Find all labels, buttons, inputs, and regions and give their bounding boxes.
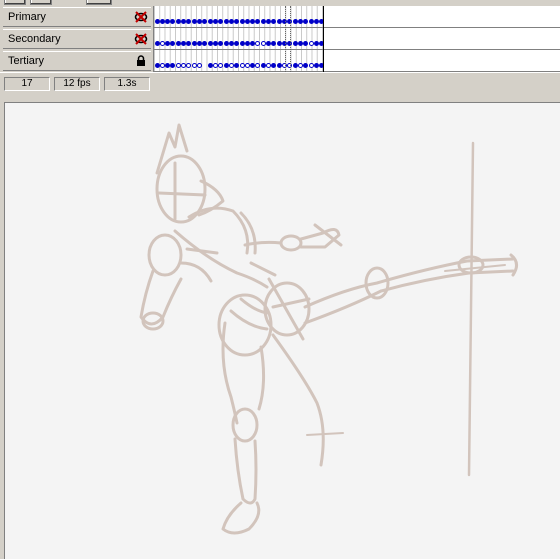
keyframe[interactable]	[292, 41, 298, 46]
playhead[interactable]	[285, 6, 291, 72]
frame-cells	[154, 28, 324, 50]
keyframe[interactable]	[212, 19, 218, 24]
keyframe[interactable]	[228, 19, 234, 24]
empty-keyframe[interactable]	[228, 63, 234, 68]
keyframe[interactable]	[154, 63, 160, 68]
keyframe[interactable]	[197, 19, 202, 24]
empty-keyframe[interactable]	[260, 41, 266, 46]
keyframe[interactable]	[276, 41, 282, 46]
timeline-status-bar: 17 12 fps 1.3s ◀	[0, 72, 560, 161]
keyframe[interactable]	[297, 19, 303, 24]
sketch-drawing	[139, 123, 518, 535]
empty-keyframe[interactable]	[308, 63, 314, 68]
last-frame-marker	[323, 6, 324, 72]
empty-keyframe[interactable]	[175, 63, 181, 68]
keyframe[interactable]	[297, 41, 303, 46]
toolbar-button[interactable]	[4, 0, 26, 5]
keyframe[interactable]	[207, 19, 213, 24]
keyframe[interactable]	[223, 41, 229, 46]
keyframe[interactable]	[175, 19, 181, 24]
keyframe[interactable]	[313, 19, 319, 24]
keyframe[interactable]	[223, 63, 229, 68]
frame-row-secondary	[154, 28, 560, 50]
keyframe[interactable]	[313, 63, 319, 68]
keyframe[interactable]	[191, 19, 197, 24]
hidden-eye-icon[interactable]	[134, 32, 148, 46]
empty-keyframe[interactable]	[159, 63, 165, 68]
keyframe[interactable]	[244, 19, 250, 24]
ear-stroke	[155, 123, 189, 175]
frame-cells	[154, 6, 324, 28]
frame-row-tertiary	[154, 50, 560, 72]
current-frame: 17	[4, 77, 50, 91]
keyframe[interactable]	[207, 41, 213, 46]
empty-keyframe[interactable]	[191, 63, 197, 68]
keyframe[interactable]	[154, 41, 160, 46]
elapsed-time: 1.3s	[104, 77, 150, 91]
keyframe[interactable]	[292, 19, 298, 24]
layer-row-tertiary[interactable]: Tertiary	[3, 51, 151, 71]
keyframe[interactable]	[239, 41, 245, 46]
keyframe[interactable]	[207, 63, 213, 68]
layer-name: Primary	[8, 11, 46, 23]
keyframe[interactable]	[212, 41, 218, 46]
keyframe[interactable]	[308, 19, 314, 24]
toolbar-button[interactable]	[86, 0, 112, 5]
keyframe[interactable]	[154, 19, 160, 24]
frame-grid[interactable]	[153, 6, 560, 72]
lock-icon[interactable]	[134, 54, 148, 68]
toolbar-button[interactable]	[30, 0, 52, 5]
keyframe[interactable]	[313, 41, 319, 46]
frame-cells	[154, 50, 324, 72]
keyframe[interactable]	[260, 63, 266, 68]
layer-name: Secondary	[8, 33, 61, 45]
empty-keyframe[interactable]	[212, 63, 218, 68]
keyframe[interactable]	[223, 19, 229, 24]
keyframe[interactable]	[292, 63, 298, 68]
empty-keyframe[interactable]	[244, 63, 250, 68]
canvas[interactable]	[4, 102, 560, 559]
frame-row-primary	[154, 6, 560, 28]
layer-name: Tertiary	[8, 55, 45, 67]
keyframe[interactable]	[260, 19, 266, 24]
keyframe[interactable]	[197, 41, 202, 46]
keyframe[interactable]	[239, 19, 245, 24]
frame-rate: 12 fps	[54, 77, 100, 91]
empty-keyframe[interactable]	[297, 63, 303, 68]
empty-keyframe[interactable]	[308, 41, 314, 46]
layer-row-secondary[interactable]: Secondary	[3, 29, 151, 49]
empty-keyframe[interactable]	[159, 41, 165, 46]
timeline: Primary Secondary Tertiary	[0, 6, 560, 72]
keyframe[interactable]	[276, 19, 282, 24]
layer-row-primary[interactable]: Primary	[3, 7, 151, 27]
keyframe[interactable]	[159, 19, 165, 24]
empty-keyframe[interactable]	[239, 63, 245, 68]
stage-area	[0, 94, 560, 559]
keyframe[interactable]	[191, 41, 197, 46]
hidden-eye-icon[interactable]	[134, 10, 148, 24]
keyframe[interactable]	[228, 41, 234, 46]
layer-list: Primary Secondary Tertiary	[0, 6, 153, 72]
keyframe[interactable]	[175, 41, 181, 46]
keyframe[interactable]	[276, 63, 282, 68]
empty-keyframe[interactable]	[197, 63, 202, 68]
keyframe[interactable]	[244, 41, 250, 46]
